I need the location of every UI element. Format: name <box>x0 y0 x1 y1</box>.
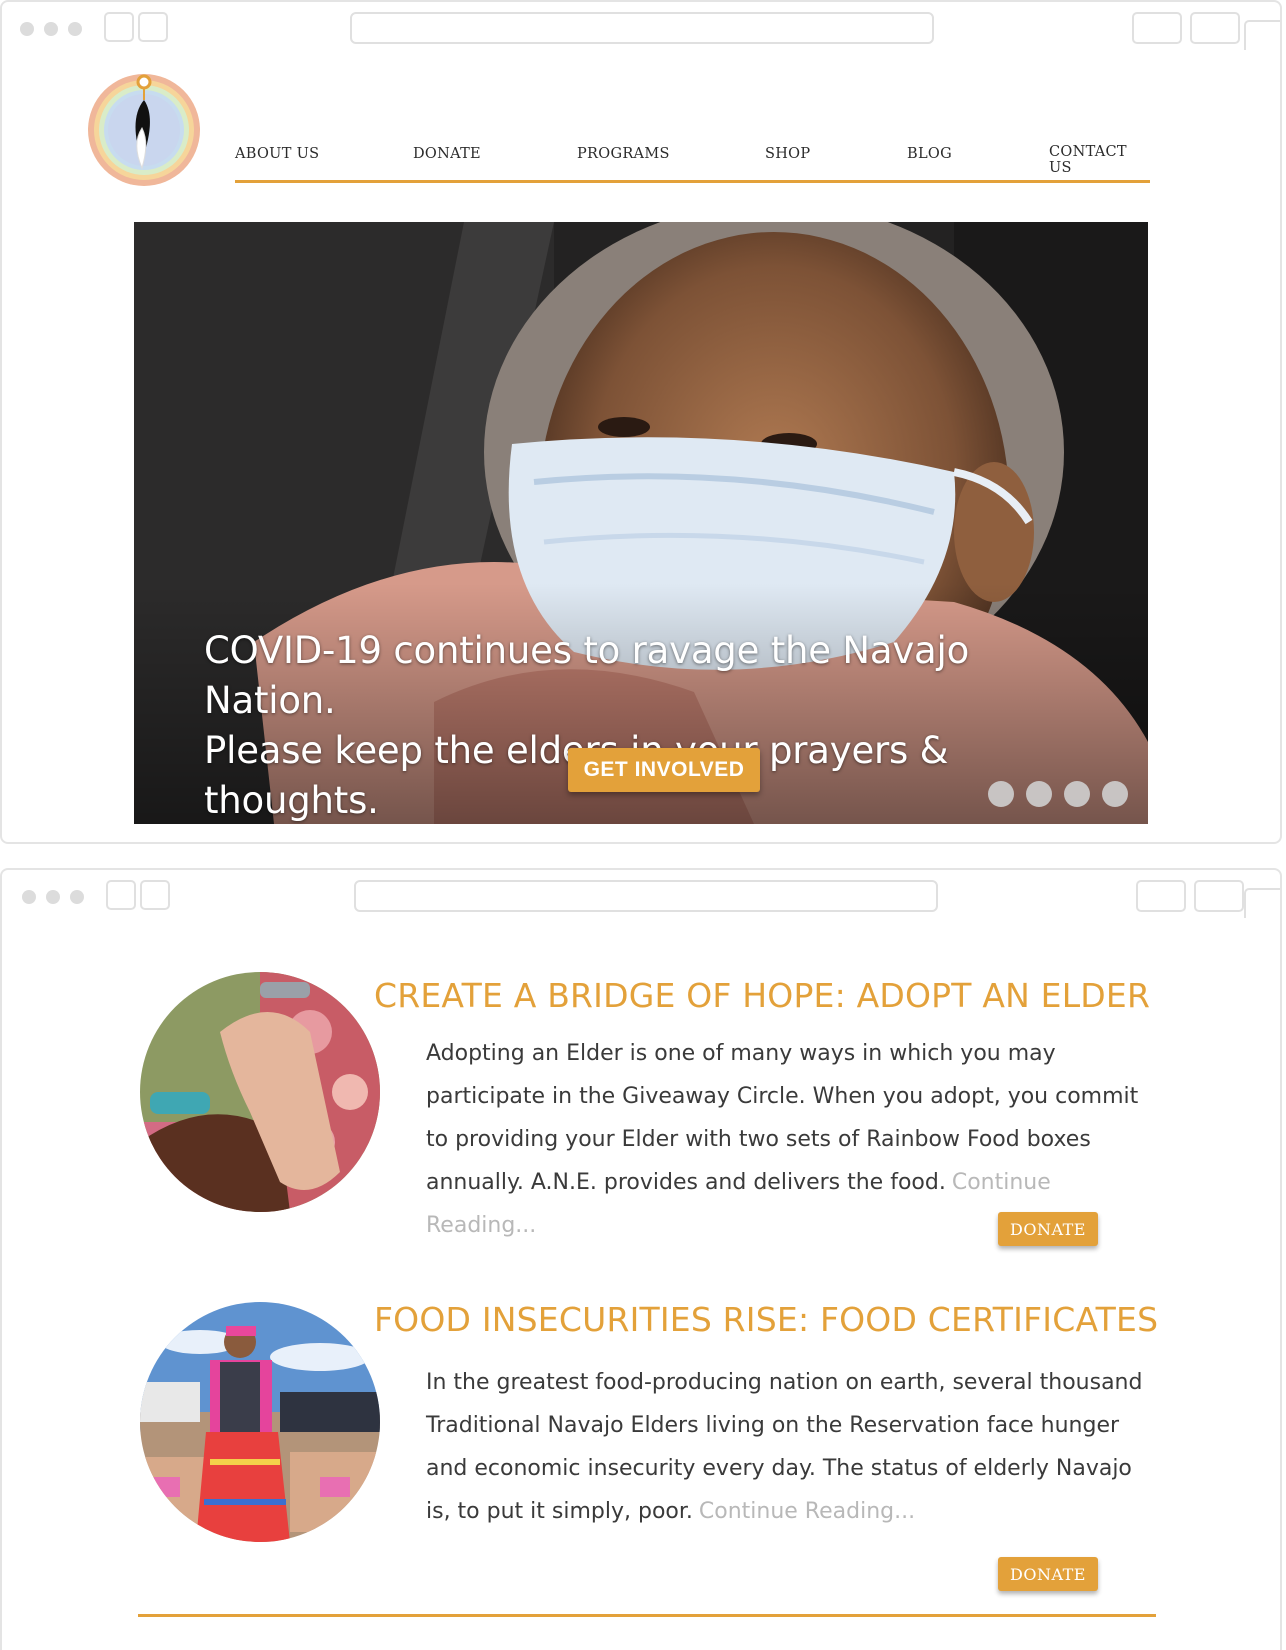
window-dot[interactable] <box>46 890 60 904</box>
window-dot[interactable] <box>44 22 58 36</box>
article-2-title[interactable]: FOOD INSECURITIES RISE: FOOD CERTIFICATE… <box>374 1300 1158 1339</box>
nav-blog[interactable]: BLOG <box>907 146 952 162</box>
footer-divider <box>138 1614 1156 1617</box>
article-1-donate-button[interactable]: DONATE <box>998 1212 1098 1246</box>
window-dot[interactable] <box>22 890 36 904</box>
window-button[interactable] <box>1190 12 1240 44</box>
window-dot[interactable] <box>68 22 82 36</box>
nav-programs[interactable]: PROGRAMS <box>577 146 670 162</box>
window-dot[interactable] <box>20 22 34 36</box>
hero-slider: COVID-19 continues to ravage the Navajo … <box>134 222 1148 824</box>
slider-dots <box>976 781 1128 812</box>
window-button[interactable] <box>1194 880 1244 912</box>
adopt-elder-image <box>140 972 380 1212</box>
browser-chrome <box>2 2 1280 56</box>
slider-dot-3[interactable] <box>1064 781 1090 807</box>
slider-dot-1[interactable] <box>988 781 1014 807</box>
hero-headline: COVID-19 continues to ravage the Navajo … <box>204 626 1104 824</box>
nav-donate[interactable]: DONATE <box>413 146 481 162</box>
hero-line-1: COVID-19 continues to ravage the Navajo … <box>204 629 970 722</box>
browser-chrome <box>2 870 1280 924</box>
article-2-continue-link[interactable]: Continue Reading... <box>699 1499 915 1524</box>
slider-dot-2[interactable] <box>1026 781 1052 807</box>
tab-icon[interactable] <box>106 880 136 910</box>
tab-icon[interactable] <box>138 12 168 42</box>
article-2-body: In the greatest food-producing nation on… <box>426 1361 1156 1533</box>
get-involved-button[interactable]: GET INVOLVED <box>568 748 760 792</box>
article-2-donate-button[interactable]: DONATE <box>998 1557 1098 1591</box>
slider-dot-4[interactable] <box>1102 781 1128 807</box>
article-1-title[interactable]: CREATE A BRIDGE OF HOPE: ADOPT AN ELDER <box>374 976 1150 1015</box>
nav-about-us[interactable]: ABOUT US <box>235 146 319 162</box>
window-button[interactable] <box>1136 880 1186 912</box>
window-corner-icon <box>1244 888 1280 918</box>
tab-icon[interactable] <box>140 880 170 910</box>
food-certificates-image <box>140 1302 380 1542</box>
window-corner-icon <box>1244 20 1280 50</box>
logo[interactable] <box>84 68 204 188</box>
window-button[interactable] <box>1132 12 1182 44</box>
tab-icon[interactable] <box>104 12 134 42</box>
main-nav: ABOUT US DONATE PROGRAMS SHOP BLOG CONTA… <box>235 140 1150 183</box>
nav-shop[interactable]: SHOP <box>765 146 810 162</box>
address-bar[interactable] <box>350 12 934 44</box>
window-dot[interactable] <box>70 890 84 904</box>
nav-contact-us[interactable]: CONTACT US <box>1049 144 1150 176</box>
address-bar[interactable] <box>354 880 938 912</box>
